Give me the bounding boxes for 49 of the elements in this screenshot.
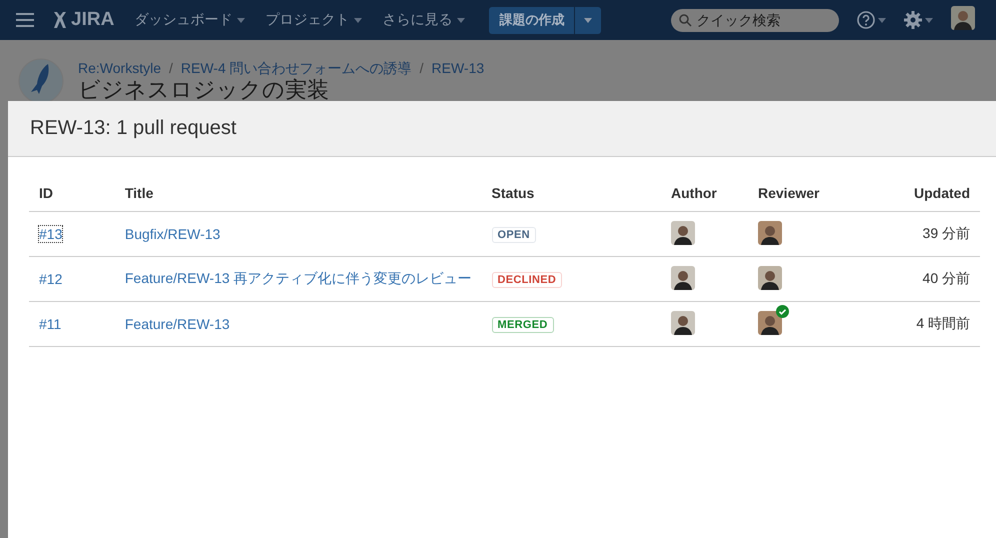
column-header: Updated: [829, 177, 980, 212]
dialog-title: REW-13: 1 pull request: [30, 117, 236, 140]
column-header: Status: [482, 177, 661, 212]
avatar-icon: [671, 220, 695, 244]
logo-text[interactable]: JIRA: [71, 9, 114, 31]
updated-time: 39 分前: [922, 225, 970, 241]
status-lozenge: OPEN: [492, 227, 536, 243]
search-icon: [679, 14, 692, 26]
nav-menu[interactable]: さらに見る: [382, 11, 466, 29]
nav-menu[interactable]: プロジェクト: [265, 11, 362, 29]
caret-icon: [878, 18, 886, 22]
caret-icon: [354, 18, 362, 22]
caret-icon: [237, 18, 246, 22]
avatar-icon: [671, 266, 695, 290]
breadcrumb-link[interactable]: REW-13: [432, 60, 484, 77]
caret-icon: [925, 18, 934, 22]
updated-time: 4 時間前: [916, 315, 970, 331]
avatar-icon: [951, 6, 976, 30]
pull-request-id-link[interactable]: #11: [39, 316, 62, 332]
column-header: ID: [29, 177, 115, 212]
column-header: Reviewer: [748, 177, 830, 212]
pull-request-id-link[interactable]: #12: [39, 271, 62, 287]
breadcrumb-separator: /: [168, 60, 173, 77]
pull-request-title-link[interactable]: Feature/REW-13 再アクティブ化に伴う変更のレビュー: [124, 270, 472, 286]
column-header: Title: [114, 177, 482, 212]
status-lozenge: DECLINED: [492, 272, 562, 288]
caret-icon: [457, 18, 466, 22]
breadcrumb-separator: /: [420, 60, 424, 77]
nav-menu[interactable]: ダッシュボード: [134, 11, 246, 29]
project-rocket-icon: [18, 58, 64, 104]
breadcrumb-link[interactable]: REW-4 問い合わせフォームへの誘導: [180, 60, 412, 77]
column-header: Author: [661, 177, 748, 212]
settings-icon: [904, 11, 922, 29]
settings-button[interactable]: [904, 11, 934, 29]
caret-icon: [584, 18, 592, 22]
issue-title: ビジネスロジックの実装: [78, 78, 330, 102]
help-icon: [857, 11, 876, 29]
approved-check-icon: [776, 304, 789, 318]
breadcrumb-link[interactable]: Re:Workstyle: [78, 60, 161, 77]
pull-request-title-link[interactable]: Bugfix/REW-13: [124, 226, 220, 242]
help-button[interactable]: [857, 11, 886, 29]
pull-request-title-link[interactable]: Feature/REW-13: [124, 316, 230, 332]
pull-request-id-link[interactable]: #13: [39, 226, 62, 242]
updated-time: 40 分前: [922, 270, 970, 286]
quick-search-field[interactable]: クイック検索: [671, 8, 840, 32]
avatar-icon: [671, 310, 695, 334]
status-lozenge: MERGED: [492, 317, 554, 333]
menu-icon[interactable]: [16, 13, 34, 27]
logo-icon: [52, 11, 68, 29]
